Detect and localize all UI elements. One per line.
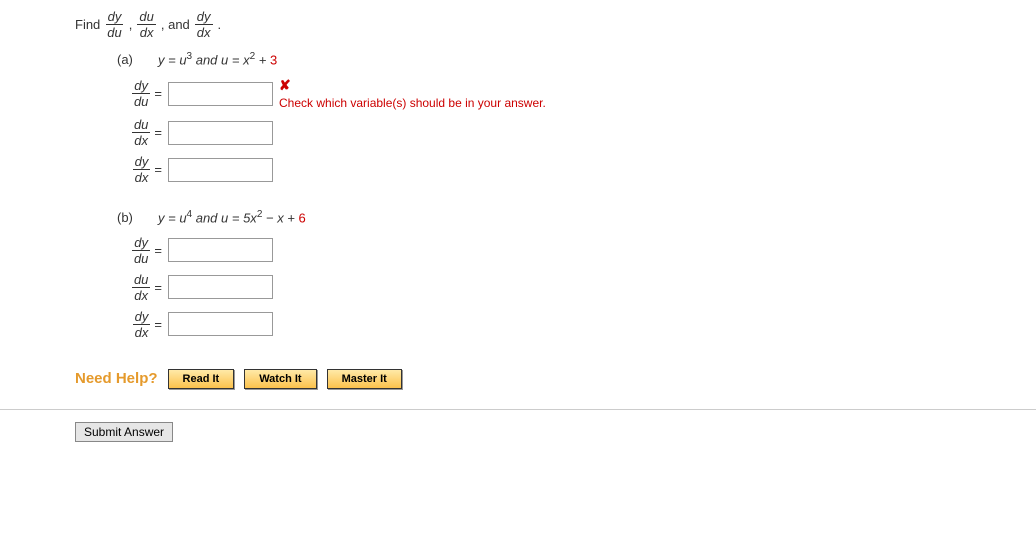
input-b-dy-dx[interactable] [168,312,273,336]
feedback-a-dy-du: ✘ Check which variable(s) should be in y… [279,77,546,110]
footer: Submit Answer [0,409,1036,442]
part-a: (a) y = u3 and u = x2 + 3 dy du = ✘ Chec… [117,51,1036,184]
part-a-equation: y = u3 and u = x2 + 3 [158,51,277,67]
label-dy-dx: dy dx [133,155,151,184]
row-a-du-dx: du dx = [117,118,1036,147]
input-a-dy-du[interactable] [168,82,273,106]
input-a-du-dx[interactable] [168,121,273,145]
input-b-dy-du[interactable] [168,238,273,262]
fraction-du-dx: du dx [137,10,155,39]
input-a-dy-dx[interactable] [168,158,273,182]
label-dy-du: dy du [132,236,150,265]
part-b-header: (b) y = u4 and u = 5x2 − x + 6 [117,209,1036,225]
submit-answer-button[interactable]: Submit Answer [75,422,173,442]
watch-it-button[interactable]: Watch It [244,369,316,389]
question-prompt: Find dy du , du dx , and dy dx . [75,10,1036,39]
prompt-find: Find [75,17,100,32]
row-b-du-dx: du dx = [117,273,1036,302]
label-dy-du: dy du [132,79,150,108]
part-a-label: (a) [117,52,142,67]
incorrect-icon: ✘ [279,77,546,94]
label-du-dx: du dx [132,118,150,147]
row-a-dy-du: dy du = ✘ Check which variable(s) should… [117,77,1036,110]
feedback-text: Check which variable(s) should be in you… [279,96,546,110]
read-it-button[interactable]: Read It [168,369,235,389]
row-b-dy-du: dy du = [117,236,1036,265]
part-b-equation: y = u4 and u = 5x2 − x + 6 [158,209,306,225]
input-b-du-dx[interactable] [168,275,273,299]
row-a-dy-dx: dy dx = [117,155,1036,184]
fraction-dy-dx: dy dx [195,10,213,39]
label-du-dx: du dx [132,273,150,302]
label-dy-dx: dy dx [133,310,151,339]
need-help-label: Need Help? [75,370,158,387]
part-a-header: (a) y = u3 and u = x2 + 3 [117,51,1036,67]
master-it-button[interactable]: Master It [327,369,402,389]
part-b-label: (b) [117,210,142,225]
part-b: (b) y = u4 and u = 5x2 − x + 6 dy du = d… [117,209,1036,338]
row-b-dy-dx: dy dx = [117,310,1036,339]
fraction-dy-du: dy du [105,10,123,39]
need-help-row: Need Help? Read It Watch It Master It [75,369,1036,389]
